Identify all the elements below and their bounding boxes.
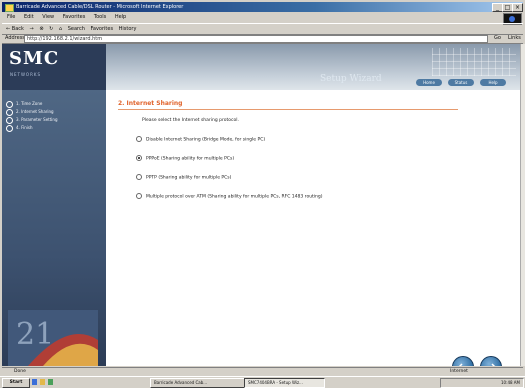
window-icon [5, 4, 14, 12]
sidebar-decoration: 21 [8, 310, 98, 366]
back-nav-icon [458, 363, 463, 366]
nav-help-button[interactable]: Help [480, 79, 506, 86]
sidebar-item-label: 3. Parameter Setting [16, 117, 58, 122]
menu-file[interactable]: File [7, 14, 15, 20]
option-pptp[interactable]: PPTP (Sharing ability for multiple PCs) [136, 174, 231, 182]
radio-pppoe[interactable] [136, 155, 142, 161]
quicklaunch-folder-icon[interactable] [40, 379, 45, 385]
radio-disable-sharing[interactable] [136, 136, 142, 142]
option-pppoe[interactable]: PPPoE (Sharing ability for multiple PCs) [136, 155, 234, 163]
option-label: PPPoE (Sharing ability for multiple PCs) [146, 156, 235, 162]
quicklaunch-desktop-icon[interactable] [48, 379, 53, 385]
address-input[interactable]: http://192.168.2.1/wizard.htm [24, 35, 488, 43]
quicklaunch-ie-icon[interactable] [32, 379, 37, 385]
step-icon [6, 124, 13, 132]
menu-edit[interactable]: Edit [24, 14, 34, 20]
stop-button[interactable]: ⊗ [39, 26, 43, 32]
search-button[interactable]: Search [68, 26, 85, 32]
links-button[interactable]: Links [508, 34, 521, 43]
address-bar: Address http://192.168.2.1/wizard.htm Go… [2, 34, 523, 44]
option-label: Multiple protocol over ATM (Sharing abil… [146, 194, 323, 200]
nav-home-button[interactable]: Home [416, 79, 442, 86]
radio-mpoa[interactable] [136, 193, 142, 199]
forward-button[interactable]: → [30, 26, 34, 32]
option-mpoa[interactable]: Multiple protocol over ATM (Sharing abil… [136, 193, 323, 201]
sidebar-item-label: 2. Internet Sharing [16, 109, 54, 114]
taskbar: Start Barricade Advanced Cab... SMC7404B… [0, 376, 525, 388]
next-step-button[interactable] [480, 356, 502, 366]
menu-favorites[interactable]: Favorites [63, 14, 86, 20]
home-button[interactable]: ⌂ [59, 26, 62, 32]
option-label: Disable Internet Sharing (Bridge Mode, f… [146, 137, 266, 143]
close-button[interactable]: × [512, 3, 523, 12]
clock: 10:48 AM [501, 380, 520, 385]
sidebar-item-time-zone[interactable]: 1. Time Zone [6, 100, 43, 108]
logo-subtitle: NETWORKS [10, 72, 42, 77]
radio-pptp[interactable] [136, 174, 142, 180]
wizard-sidebar: 1. Time Zone 2. Internet Sharing 3. Para… [2, 90, 106, 366]
option-label: PPTP (Sharing ability for multiple PCs) [146, 175, 232, 181]
step-icon [6, 100, 13, 108]
page-header: SMC NETWORKS Setup Wizard Home Status He… [2, 44, 520, 90]
address-label: Address [5, 35, 25, 41]
favorites-button[interactable]: Favorites [90, 26, 113, 32]
window-title: Barricade Advanced Cable/DSL Router - Mi… [16, 4, 184, 10]
wizard-title: Setup Wizard [320, 74, 382, 84]
smc-logo: SMC [9, 48, 60, 69]
step-title: 2. Internet Sharing [118, 100, 183, 107]
logo-area: SMC NETWORKS [2, 44, 106, 90]
sidebar-item-finish[interactable]: 4. Finish [6, 124, 33, 132]
back-step-button[interactable] [452, 356, 474, 366]
status-bar: Done Internet [2, 367, 523, 376]
step-icon [6, 116, 13, 124]
status-zone: Internet [450, 369, 468, 374]
header-decoration [432, 48, 516, 76]
wizard-main: 2. Internet Sharing Please select the In… [106, 90, 520, 366]
sidebar-item-parameter-setting[interactable]: 3. Parameter Setting [6, 116, 58, 124]
menu-tools[interactable]: Tools [94, 14, 106, 20]
menu-help[interactable]: Help [115, 14, 126, 20]
go-button[interactable]: Go [494, 34, 501, 43]
protocol-prompt: Please select the Internet sharing proto… [142, 118, 239, 123]
sidebar-item-internet-sharing[interactable]: 2. Internet Sharing [6, 108, 54, 116]
refresh-button[interactable]: ↻ [49, 26, 53, 32]
history-button[interactable]: History [119, 26, 137, 32]
status-text: Done [14, 369, 26, 374]
title-divider [118, 109, 458, 110]
back-button[interactable]: ← Back [6, 26, 24, 32]
nav-status-button[interactable]: Status [448, 79, 474, 86]
step-icon [6, 108, 13, 116]
sidebar-item-label: 4. Finish [16, 125, 33, 130]
menu-bar: File Edit View Favorites Tools Help [2, 13, 523, 22]
page-content: SMC NETWORKS Setup Wizard Home Status He… [2, 44, 520, 366]
menu-view[interactable]: View [42, 14, 54, 20]
vertical-scrollbar[interactable] [520, 44, 525, 366]
sidebar-item-label: 1. Time Zone [16, 101, 43, 106]
browser-window: Barricade Advanced Cable/DSL Router - Mi… [0, 0, 525, 388]
option-disable-sharing[interactable]: Disable Internet Sharing (Bridge Mode, f… [136, 136, 265, 144]
title-bar: Barricade Advanced Cable/DSL Router - Mi… [2, 2, 523, 12]
next-nav-icon [491, 363, 496, 366]
